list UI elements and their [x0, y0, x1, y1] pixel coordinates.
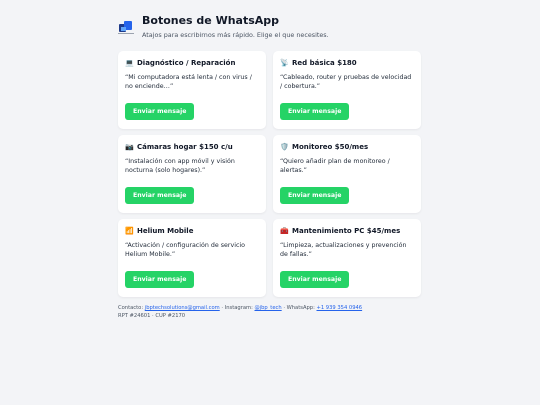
footer-contact-line: Contacto: jbptechsolutions@gmail.com · I…	[118, 304, 421, 312]
page-subtitle: Atajos para escribirnos más rápido. Elig…	[142, 31, 329, 39]
license-numbers: RPT #24601 · CUP #2170	[118, 313, 186, 319]
contact-label: Contacto:	[118, 305, 144, 311]
email-link[interactable]: jbptechsolutions@gmail.com	[145, 305, 220, 311]
card-title: 📡 Red básica $180	[280, 58, 415, 68]
card-description: “Instalación con app móvil y visión noct…	[125, 158, 235, 174]
instagram-link[interactable]: @jbp_tech	[254, 305, 281, 311]
card-title-text: Diagnóstico / Reparación	[137, 59, 236, 67]
send-message-button-monitoreo[interactable]: Enviar mensaje	[280, 187, 350, 204]
card-title-text: Cámaras hogar $150 c/u	[137, 143, 233, 151]
card-description: “Mi computadora está lenta / con virus /…	[125, 74, 252, 90]
send-message-button-helium[interactable]: Enviar mensaje	[125, 271, 195, 288]
whatsapp-link[interactable]: +1 939 354 0946	[317, 305, 363, 311]
send-message-button-camaras[interactable]: Enviar mensaje	[125, 187, 195, 204]
page-title: Botones de WhatsApp	[142, 14, 280, 27]
send-message-button-diagnostico[interactable]: Enviar mensaje	[125, 103, 195, 120]
shield-icon: 🛡️	[280, 143, 289, 151]
card-title: 💻 Diagnóstico / Reparación	[125, 58, 260, 68]
card-diagnostico: 💻 Diagnóstico / Reparación “Mi computador…	[118, 51, 266, 129]
card-description: “Limpieza, actualizaciones y prevención …	[280, 242, 407, 258]
send-message-button-mantenimiento[interactable]: Enviar mensaje	[280, 271, 350, 288]
card-title-text: Red básica $180	[292, 59, 357, 67]
card-camaras: 📷 Cámaras hogar $150 c/u “Instalación con…	[118, 135, 266, 213]
company-logo	[118, 20, 134, 36]
laptop-icon: 💻	[125, 59, 134, 67]
card-title-text: Mantenimiento PC $45/mes	[292, 227, 401, 235]
send-message-button-red[interactable]: Enviar mensaje	[280, 103, 350, 120]
card-title-text: Monitoreo $50/mes	[292, 143, 369, 151]
card-monitoreo: 🛡️ Monitoreo $50/mes “Quiero añadir plan …	[273, 135, 421, 213]
card-description: “Quiero añadir plan de monitoreo / alert…	[280, 158, 390, 174]
toolbox-icon: 🧰	[280, 227, 289, 235]
cards-grid: 💻 Diagnóstico / Reparación “Mi computador…	[118, 51, 421, 297]
card-description: “Activación / configuración de servicio …	[125, 242, 246, 258]
card-helium: 📶 Helium Mobile “Activación / configuraci…	[118, 219, 266, 297]
page-footer: Contacto: jbptechsolutions@gmail.com · I…	[118, 304, 421, 320]
card-title: 🧰 Mantenimiento PC $45/mes	[280, 226, 415, 236]
whatsapp-label: · WhatsApp:	[283, 305, 315, 311]
header-text: Botones de WhatsApp Atajos para escribir…	[142, 12, 329, 40]
card-description: “Cableado, router y pruebas de velocidad…	[280, 74, 412, 90]
instagram-label: · Instagram:	[221, 305, 253, 311]
signal-bars-icon: 📶	[125, 227, 134, 235]
card-title: 🛡️ Monitoreo $50/mes	[280, 142, 415, 152]
card-title: 📷 Cámaras hogar $150 c/u	[125, 142, 260, 152]
camera-icon: 📷	[125, 143, 134, 151]
antenna-icon: 📡	[280, 59, 289, 67]
page-header: Botones de WhatsApp Atajos para escribir…	[118, 12, 421, 46]
page-container: Botones de WhatsApp Atajos para escribir…	[118, 12, 421, 320]
card-red-basica: 📡 Red básica $180 “Cableado, router y pru…	[273, 51, 421, 129]
card-title: 📶 Helium Mobile	[125, 226, 260, 236]
card-mantenimiento: 🧰 Mantenimiento PC $45/mes “Limpieza, act…	[273, 219, 421, 297]
card-title-text: Helium Mobile	[137, 227, 194, 235]
